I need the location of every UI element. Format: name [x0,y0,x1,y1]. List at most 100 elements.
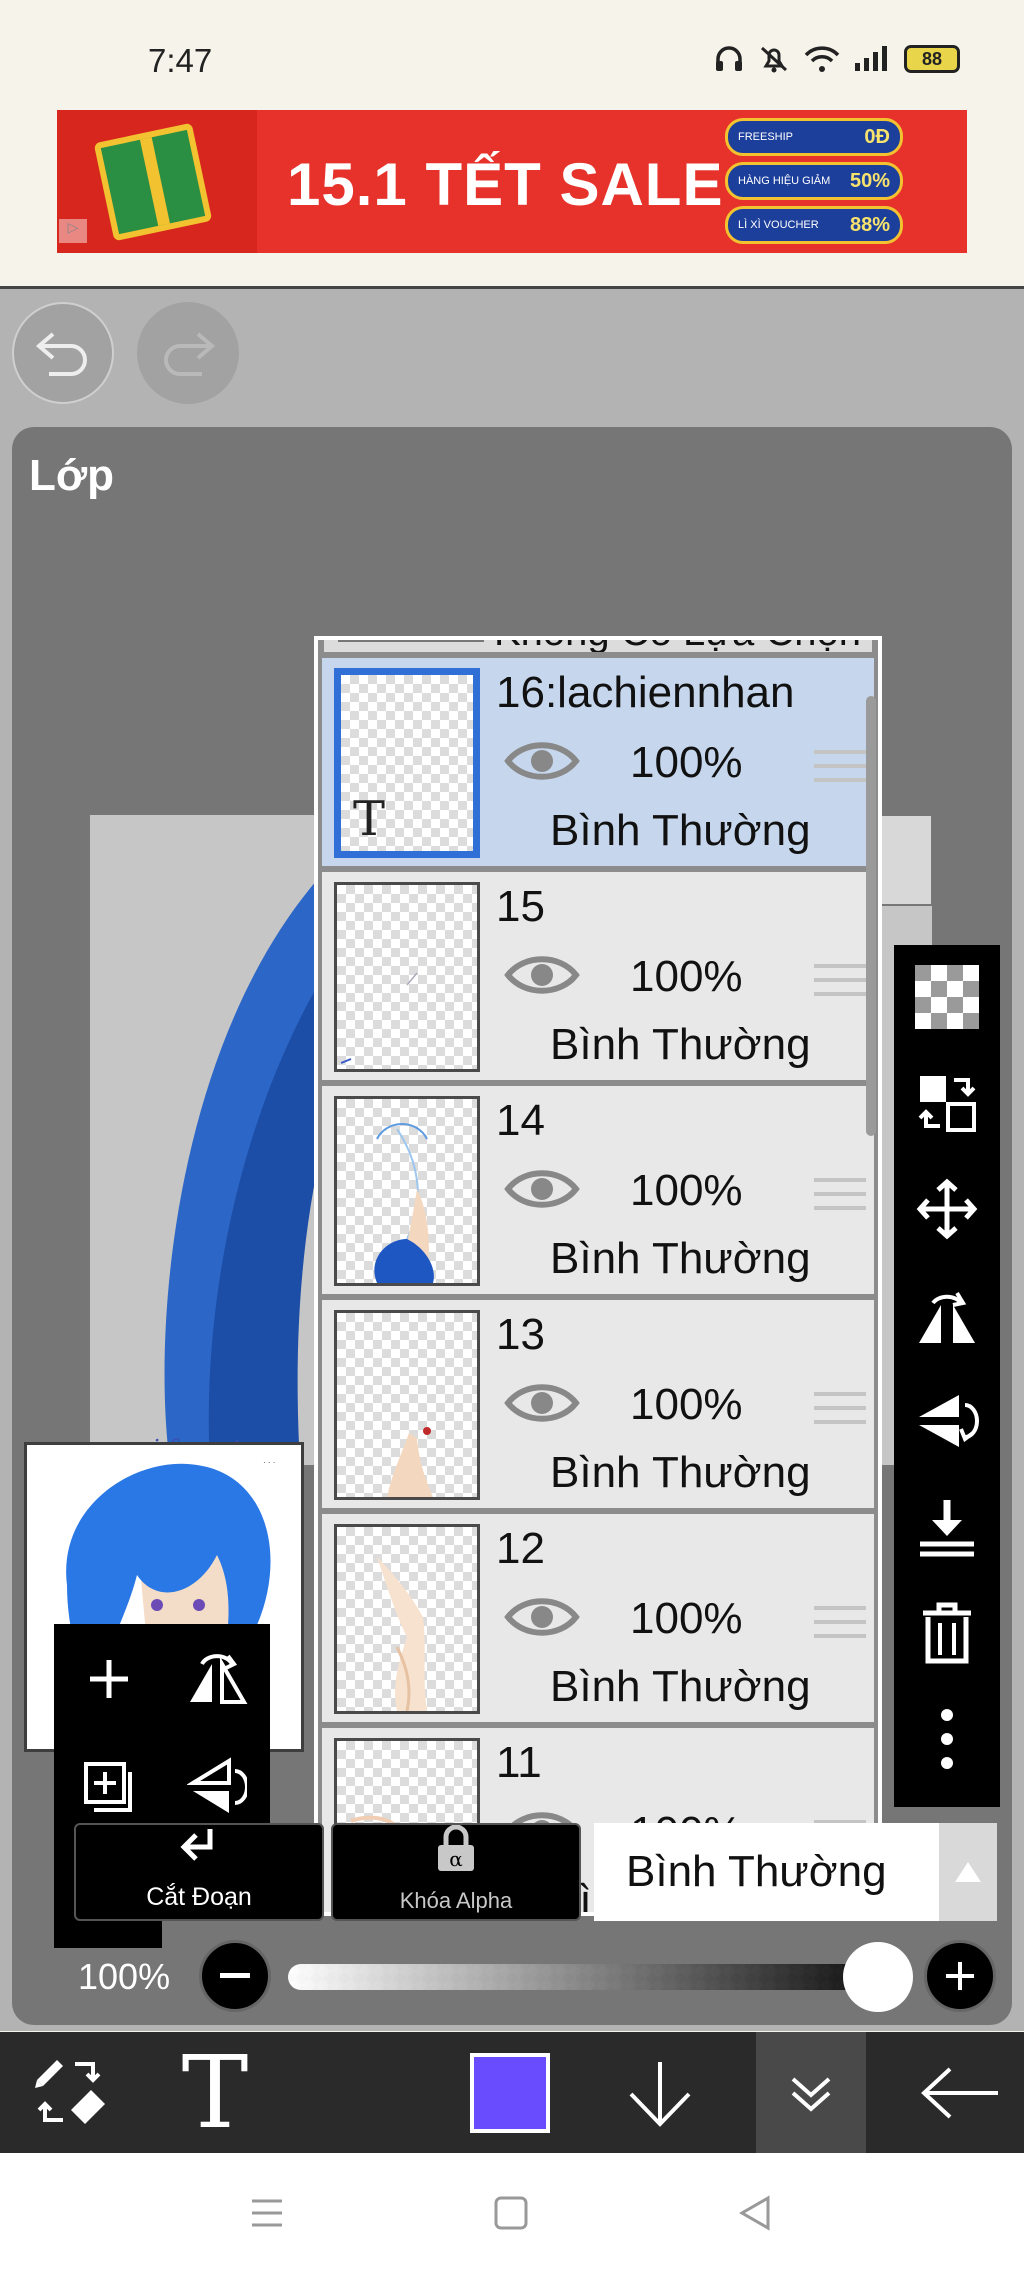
flip-vertical-tool[interactable] [894,1369,1000,1473]
layer-name: 11 [496,1738,542,1787]
signal-icon [855,46,887,71]
layer-blend-mode: Bình Thường [550,1662,811,1711]
add-layer-button[interactable] [54,1624,164,1734]
eye-icon [504,1170,580,1208]
transparency-button[interactable] [894,945,1000,1049]
status-time: 7:47 [148,42,213,79]
system-back-button[interactable] [720,2183,790,2243]
layer-thumbnail [338,640,484,642]
more-options-button[interactable] [894,1687,1000,1791]
layer-thumbnail-art [377,1557,427,1711]
recent-apps-button[interactable] [232,2183,302,2243]
ad-gift-art [57,110,257,253]
alpha-lock-label: Khóa Alpha [399,1888,513,1913]
layer-transfer-button[interactable] [894,1051,1000,1155]
layer-row[interactable]: 14 100% Bình Thường [322,1086,874,1294]
visibility-toggle[interactable] [504,952,580,1003]
ad-badge: HÀNG HIỆU GIẢM 50% [725,162,903,200]
triangle-left-icon [738,2195,770,2231]
merge-down-button[interactable] [894,1475,1000,1579]
layer-thumbnail-art [374,1123,434,1283]
blend-mode-select[interactable]: Bình Thường [594,1823,939,1921]
layer-row[interactable]: T 16:lachiennhan 100% Bình Thường [322,658,874,866]
layer-row[interactable]: 13 100% Bình Thường [322,1300,874,1508]
arrow-down-icon [629,2061,691,2127]
layer-thumbnail-art [340,972,418,1064]
status-icons: 88 [714,44,960,74]
alpha-lock-button[interactable]: α Khóa Alpha [331,1823,581,1921]
layer-list[interactable]: Không Có Lựa Chọn T 16:lachiennhan 100% … [314,636,882,1916]
flip-horizontal-tool[interactable] [894,1263,1000,1367]
app-area: Lớp i fanart [0,289,1024,2031]
drag-handle-icon[interactable] [814,1178,866,1220]
wifi-icon [804,46,840,72]
layer-opacity: 100% [630,1594,743,1643]
layer-blend-mode: Bình Thường [550,1020,811,1069]
layer-row-none[interactable]: Không Có Lựa Chọn [324,640,872,652]
move-down-button[interactable] [615,2032,705,2153]
redo-button[interactable] [137,302,239,404]
svg-text:· · ·: · · · [263,1458,275,1467]
layer-thumbnail [334,1096,480,1286]
ad-badge: FREESHIP 0Đ [725,118,903,156]
visibility-toggle[interactable] [504,1594,580,1645]
color-picker-button[interactable] [468,2032,552,2153]
delete-layer-button[interactable] [894,1581,1000,1685]
opacity-decrease-button[interactable] [199,1940,271,2012]
home-button[interactable] [476,2183,546,2243]
layer-thumbnail [334,1310,480,1500]
plus-icon [90,1660,128,1698]
text-tool-button[interactable]: T [160,2032,270,2153]
layer-thumbnail [334,1524,480,1714]
checkerboard-icon [915,965,979,1029]
opacity-slider-knob[interactable] [843,1942,913,2012]
layer-thumbnail-art [387,1427,433,1497]
tool-switch-button[interactable] [20,2032,120,2153]
layer-opacity: 100% [630,1166,743,1215]
menu-icon [252,2199,282,2227]
mute-bell-icon [760,46,788,73]
layer-row[interactable]: 12 100% Bình Thường [322,1514,874,1722]
ad-choices-icon[interactable]: ▷ [59,219,87,243]
ad-title: 15.1 TẾT SALE [287,151,724,218]
layer-opacity: 100% [630,1380,743,1429]
drag-handle-icon[interactable] [814,1392,866,1434]
drag-handle-icon[interactable] [814,964,866,1006]
opacity-slider[interactable] [288,1964,888,1990]
gift-box-icon [93,122,213,242]
visibility-toggle[interactable] [504,1166,580,1217]
layer-row[interactable]: 15 100% Bình Thường [322,872,874,1080]
visibility-toggle[interactable] [504,738,580,789]
flip-horizontal-button[interactable] [162,1624,272,1734]
clipping-button[interactable]: Cắt Đoạn [74,1823,324,1921]
eye-icon [504,1598,580,1636]
flip-horizontal-icon [190,1654,248,1704]
drag-handle-icon[interactable] [814,750,866,792]
move-button[interactable] [894,1157,1000,1261]
visibility-toggle[interactable] [504,1380,580,1431]
eye-icon [504,956,580,994]
layers-panel-button[interactable] [756,2032,866,2153]
undo-icon [35,332,87,376]
blend-mode-dropdown-button[interactable] [939,1823,997,1921]
lock-icon: α [333,1824,579,1888]
drag-handle-icon[interactable] [814,1606,866,1648]
opacity-increase-button[interactable] [924,1940,996,2012]
layer-name: 12 [496,1524,545,1573]
layer-opacity: 100% [630,738,743,787]
layer-name: 13 [496,1310,545,1359]
layer-blend-mode: Bình Thường [550,1234,811,1283]
undo-button[interactable] [12,302,114,404]
triangle-up-icon [955,1862,981,1882]
status-bar: 7:47 88 [0,0,1024,100]
layer-list-scrollbar[interactable] [866,696,876,1136]
flip-horizontal-icon [919,1291,975,1343]
back-button[interactable] [910,2032,1010,2153]
bottom-toolbar: T [0,2032,1024,2153]
flip-vertical-icon [187,1757,247,1813]
ad-banner[interactable]: 15.1 TẾT SALE FREESHIP 0Đ HÀNG HIỆU GIẢM 5… [57,110,967,253]
layer-opacity: 100% [630,952,743,1001]
swap-layers-icon [918,1076,976,1132]
redo-icon [164,332,216,376]
panel-title: Lớp [29,451,115,500]
